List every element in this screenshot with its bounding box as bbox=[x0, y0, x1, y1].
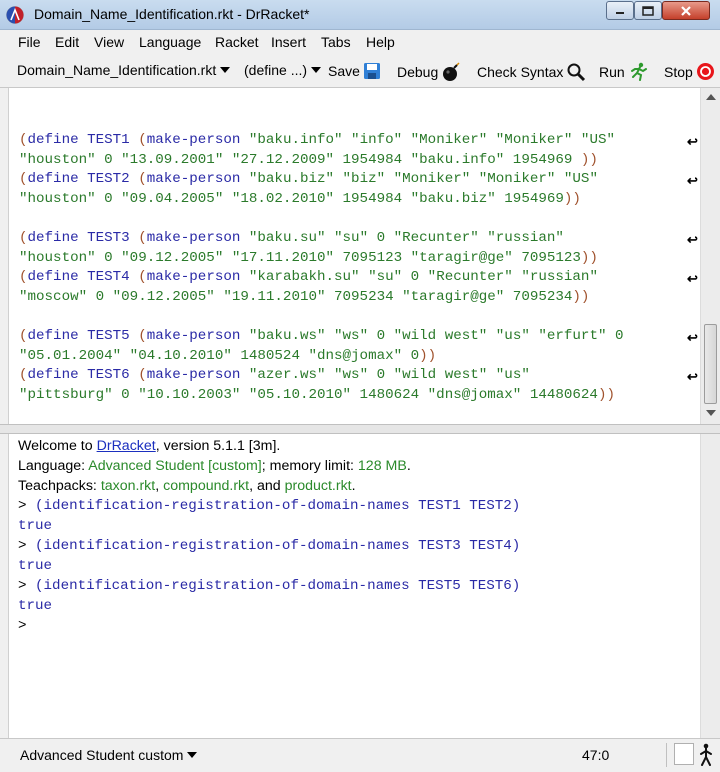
code-line: "moscow" 0 "09.12.2005" "19.11.2010" 709… bbox=[19, 289, 590, 305]
define-selector-label: (define ...) bbox=[244, 62, 308, 78]
menu-edit[interactable]: Edit bbox=[55, 34, 79, 50]
status-indicator-box bbox=[674, 743, 694, 765]
language-line: Language: Advanced Student [custom]; mem… bbox=[18, 458, 411, 474]
welcome-line: Welcome to DrRacket, version 5.1.1 [3m]. bbox=[18, 438, 281, 454]
running-man-icon bbox=[700, 743, 712, 766]
code-line: (define TEST6 (make-person "azer.ws" "ws… bbox=[19, 367, 530, 383]
magnifier-icon bbox=[567, 63, 586, 82]
stop-label: Stop bbox=[664, 63, 693, 80]
toolbar: Domain_Name_Identification.rkt (define .… bbox=[0, 54, 720, 88]
wrap-arrow-icon: ↩ bbox=[687, 369, 698, 384]
pane-splitter[interactable] bbox=[0, 424, 720, 434]
wrap-arrow-icon: ↩ bbox=[687, 271, 698, 286]
code-line: (define TEST1 (make-person "baku.info" "… bbox=[19, 132, 615, 148]
repl-input-line: > (identification-registration-of-domain… bbox=[18, 578, 521, 594]
menu-help[interactable]: Help bbox=[366, 34, 395, 50]
code-line: (define TEST4 (make-person "karabakh.su"… bbox=[19, 269, 598, 285]
drracket-logo-icon bbox=[6, 6, 24, 24]
maximize-icon bbox=[642, 5, 654, 16]
code-line: "houston" 0 "09.12.2005" "17.11.2010" 70… bbox=[19, 250, 598, 266]
repl-scrollbar[interactable] bbox=[700, 434, 720, 738]
run-button[interactable]: Run bbox=[599, 62, 648, 82]
check-syntax-label: Check Syntax bbox=[477, 64, 564, 80]
chevron-down-icon bbox=[187, 752, 198, 758]
menu-language[interactable]: Language bbox=[139, 34, 201, 50]
menu-tabs[interactable]: Tabs bbox=[321, 34, 351, 50]
menu-insert[interactable]: Insert bbox=[271, 34, 306, 50]
code-line: "houston" 0 "13.09.2001" "27.12.2009" 19… bbox=[19, 152, 598, 168]
debug-label: Debug bbox=[397, 64, 439, 80]
menu-view[interactable]: View bbox=[94, 34, 124, 50]
wrap-arrow-icon: ↩ bbox=[687, 134, 698, 149]
save-button[interactable]: Save bbox=[328, 62, 381, 80]
repl-output-line: true bbox=[18, 558, 53, 574]
window-title: Domain_Name_Identification.rkt - DrRacke… bbox=[34, 6, 310, 22]
run-label: Run bbox=[599, 64, 625, 80]
wrap-arrow-icon: ↩ bbox=[687, 232, 698, 247]
file-selector-label: Domain_Name_Identification.rkt bbox=[17, 62, 217, 78]
drracket-link[interactable]: DrRacket bbox=[97, 438, 156, 454]
definitions-editor[interactable]: (define TEST1 (make-person "baku.info" "… bbox=[8, 88, 700, 424]
title-bar: Domain_Name_Identification.rkt - DrRacke… bbox=[0, 0, 720, 30]
repl-output-line: true bbox=[18, 598, 53, 614]
define-selector[interactable]: (define ...) bbox=[244, 62, 322, 78]
language-selector[interactable]: Advanced Student custom bbox=[20, 747, 198, 763]
teachpacks-line: Teachpacks: taxon.rkt, compound.rkt, and… bbox=[18, 478, 356, 494]
menu-bar: File Edit View Language Racket Insert Ta… bbox=[0, 30, 720, 54]
code-line: "pittsburg" 0 "10.10.2003" "05.10.2010" … bbox=[19, 387, 615, 403]
check-syntax-button[interactable]: Check Syntax bbox=[477, 62, 586, 82]
minimize-button[interactable] bbox=[606, 1, 634, 20]
maximize-button[interactable] bbox=[634, 1, 662, 20]
file-selector[interactable]: Domain_Name_Identification.rkt bbox=[17, 62, 231, 78]
editor-scrollbar[interactable] bbox=[700, 88, 720, 424]
close-button[interactable] bbox=[662, 1, 710, 20]
code-line: "houston" 0 "09.04.2005" "18.02.2010" 19… bbox=[19, 191, 581, 207]
stop-button[interactable]: Stop bbox=[664, 62, 715, 81]
wrap-arrow-icon: ↩ bbox=[687, 173, 698, 188]
scroll-down-icon[interactable] bbox=[706, 410, 716, 416]
close-icon bbox=[681, 5, 691, 16]
chevron-down-icon bbox=[311, 67, 322, 73]
code-line: (define TEST2 (make-person "baku.biz" "b… bbox=[19, 171, 598, 187]
running-man-icon bbox=[630, 62, 647, 81]
repl-input-line: > (identification-registration-of-domain… bbox=[18, 498, 521, 514]
save-label: Save bbox=[328, 63, 360, 79]
editor-scroll-thumb[interactable] bbox=[704, 324, 717, 404]
language-selector-label: Advanced Student custom bbox=[20, 747, 184, 763]
status-divider bbox=[666, 743, 667, 767]
status-bar: Advanced Student custom 47:0 bbox=[0, 738, 720, 772]
repl-prompt[interactable]: > bbox=[18, 618, 27, 634]
repl-input-line: > (identification-registration-of-domain… bbox=[18, 538, 521, 554]
bomb-icon bbox=[443, 62, 460, 81]
save-icon bbox=[363, 63, 380, 79]
interactions-pane[interactable]: Welcome to DrRacket, version 5.1.1 [3m].… bbox=[8, 434, 700, 738]
scroll-up-icon[interactable] bbox=[706, 94, 716, 100]
chevron-down-icon bbox=[220, 67, 231, 73]
stop-icon bbox=[696, 63, 714, 80]
code-line: "05.01.2004" "04.10.2010" 1480524 "dns@j… bbox=[19, 348, 437, 364]
wrap-arrow-icon: ↩ bbox=[687, 330, 698, 345]
cursor-position: 47:0 bbox=[582, 747, 610, 763]
code-line: (define TEST3 (make-person "baku.su" "su… bbox=[19, 230, 564, 246]
repl-output-line: true bbox=[18, 518, 53, 534]
menu-file[interactable]: File bbox=[18, 34, 41, 50]
code-line: (define TEST5 (make-person "baku.ws" "ws… bbox=[19, 328, 624, 344]
menu-racket[interactable]: Racket bbox=[215, 34, 259, 50]
debug-button[interactable]: Debug bbox=[397, 62, 461, 82]
minimize-icon bbox=[616, 11, 624, 14]
